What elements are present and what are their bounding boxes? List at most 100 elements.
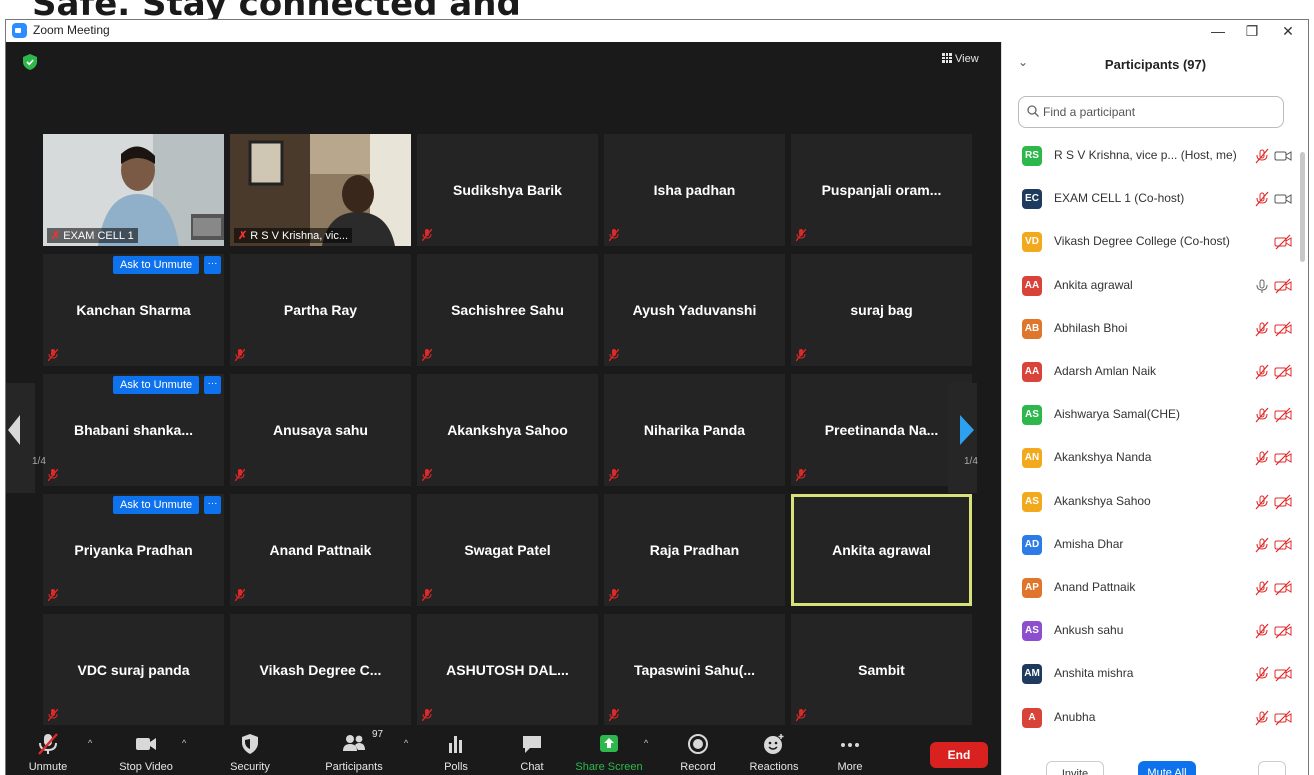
participant-tile[interactable]: Anand Pattnaik — [230, 494, 411, 606]
mic-muted-icon: ✗ — [238, 230, 248, 242]
participant-tile[interactable]: Priyanka Pradhan Ask to Unmute ··· — [43, 494, 224, 606]
unmute-button[interactable]: Unmute — [8, 725, 88, 775]
participant-list-item[interactable]: AS Akankshya Sahoo — [1002, 481, 1302, 525]
mic-muted-icon — [796, 469, 806, 481]
window-title: Zoom Meeting — [33, 23, 110, 37]
background-banner: Safe. Stay connected and — [0, 0, 1314, 22]
video-tile[interactable]: ✗ R S V Krishna, vic... — [230, 134, 411, 246]
participant-avatar: VD — [1022, 232, 1042, 253]
microphone-muted-icon — [38, 733, 58, 755]
participant-list-item[interactable]: EC EXAM CELL 1 (Co-host) — [1002, 178, 1302, 222]
participants-button[interactable]: 97 Participants — [314, 725, 394, 775]
share-screen-button[interactable]: Share Screen — [569, 725, 649, 775]
participant-name: R S V Krishna, vice p... (Host, me) — [1054, 148, 1237, 162]
participant-list-item[interactable]: RS R S V Krishna, vice p... (Host, me) — [1002, 135, 1302, 179]
participant-list-item[interactable]: AM Anshita mishra — [1002, 653, 1302, 697]
participant-tile[interactable]: ASHUTOSH DAL... — [417, 614, 598, 726]
participant-tile-name: Vikash Degree C... — [259, 662, 382, 678]
video-tile[interactable]: ✗ EXAM CELL 1 — [43, 134, 224, 246]
end-meeting-button[interactable]: End — [930, 742, 988, 768]
participants-label: Participants — [325, 761, 383, 773]
next-page-arrow[interactable] — [948, 383, 977, 493]
mic-muted-icon — [1255, 494, 1269, 509]
mic-muted-icon — [1255, 148, 1269, 164]
participant-list-item[interactable]: AA Ankita agrawal — [1002, 265, 1302, 309]
left-arrow-icon — [8, 415, 20, 445]
participant-tile[interactable]: VDC suraj panda — [43, 614, 224, 726]
tile-more-button[interactable]: ··· — [204, 256, 221, 274]
participant-tile[interactable]: Ayush Yaduvanshi — [604, 254, 785, 366]
participant-tile[interactable]: Raja Pradhan — [604, 494, 785, 606]
ask-to-unmute-button[interactable]: Ask to Unmute — [113, 496, 200, 514]
share-options-caret[interactable]: ^ — [644, 738, 648, 748]
polls-button[interactable]: Polls — [416, 725, 496, 775]
audio-options-caret[interactable]: ^ — [88, 738, 92, 748]
participant-tile[interactable]: suraj bag — [791, 254, 972, 366]
encryption-shield-icon[interactable] — [23, 54, 37, 70]
chat-button[interactable]: Chat — [492, 725, 572, 775]
participant-tile[interactable]: Sambit — [791, 614, 972, 726]
participant-list-item[interactable]: AP Anand Pattnaik — [1002, 567, 1302, 611]
record-button[interactable]: Record — [658, 725, 738, 775]
participant-name: Vikash Degree College (Co-host) — [1054, 234, 1230, 249]
participant-status-icons — [1254, 494, 1292, 515]
invite-button[interactable]: Invite — [1046, 761, 1104, 775]
participant-tile[interactable]: Tapaswini Sahu(... — [604, 614, 785, 726]
restore-button[interactable]: ❐ — [1232, 20, 1272, 42]
tile-more-button[interactable]: ··· — [204, 496, 221, 514]
participant-search-input[interactable]: Find a participant — [1018, 96, 1284, 128]
participant-tile[interactable]: Puspanjali oram... — [791, 134, 972, 246]
participant-name: Ankita agrawal — [1054, 277, 1133, 292]
stop-video-button[interactable]: Stop Video — [106, 725, 186, 775]
participant-list-item[interactable]: AD Amisha Dhar — [1002, 524, 1302, 568]
participant-tile[interactable]: Partha Ray — [230, 254, 411, 366]
participant-status-icons — [1254, 191, 1292, 212]
reactions-button[interactable]: Reactions — [734, 725, 814, 775]
participant-tile[interactable]: Swagat Patel — [417, 494, 598, 606]
participants-options-caret[interactable]: ^ — [404, 738, 408, 748]
participant-list-item[interactable]: A Anubha — [1002, 697, 1302, 741]
participant-list: RS R S V Krishna, vice p... (Host, me) EC E… — [1002, 135, 1302, 755]
mic-muted-icon — [1255, 191, 1269, 207]
participant-tile[interactable]: Isha padhan — [604, 134, 785, 246]
mic-muted-icon — [1255, 321, 1269, 337]
chat-label: Chat — [520, 761, 544, 773]
video-off-icon — [1274, 580, 1292, 596]
participant-list-item[interactable]: AS Ankush sahu — [1002, 610, 1302, 654]
participant-tile[interactable]: Bhabani shanka... Ask to Unmute ··· — [43, 374, 224, 486]
view-button[interactable]: View — [942, 53, 979, 65]
ask-to-unmute-button[interactable]: Ask to Unmute — [113, 256, 200, 274]
participant-tile[interactable]: Preetinanda Na... — [791, 374, 972, 486]
close-button[interactable]: ✕ — [1268, 20, 1308, 42]
video-off-icon — [1274, 450, 1292, 466]
security-button[interactable]: Security — [210, 725, 290, 775]
participant-tile[interactable]: Vikash Degree C... — [230, 614, 411, 726]
participant-avatar: AS — [1022, 491, 1042, 512]
participant-list-item[interactable]: VD Vikash Degree College (Co-host) — [1002, 221, 1302, 265]
participant-tile[interactable]: Niharika Panda — [604, 374, 785, 486]
right-arrow-icon — [960, 415, 974, 445]
participant-tile[interactable]: Sachishree Sahu — [417, 254, 598, 366]
participant-tile[interactable]: Ankita agrawal — [791, 494, 972, 606]
mute-all-button[interactable]: Mute All — [1138, 761, 1196, 775]
participant-list-item[interactable]: AN Akankshya Nanda — [1002, 437, 1302, 481]
participant-tile-name: Swagat Patel — [464, 542, 551, 558]
participant-tile[interactable]: Kanchan Sharma Ask to Unmute ··· — [43, 254, 224, 366]
participant-tile[interactable]: Akankshya Sahoo — [417, 374, 598, 486]
participant-list-scrollbar[interactable] — [1300, 152, 1305, 262]
participant-list-item[interactable]: AB Abhilash Bhoi — [1002, 308, 1302, 352]
more-button[interactable]: More — [810, 725, 890, 775]
video-off-icon — [1274, 321, 1292, 337]
mic-muted-icon — [1255, 451, 1269, 466]
participant-list-item[interactable]: AA Adarsh Amlan Naik — [1002, 351, 1302, 395]
participant-tile[interactable]: Anusaya sahu — [230, 374, 411, 486]
video-off-icon — [1274, 494, 1292, 510]
ask-to-unmute-button[interactable]: Ask to Unmute — [113, 376, 200, 394]
previous-page-arrow[interactable] — [6, 383, 35, 493]
video-options-caret[interactable]: ^ — [182, 738, 186, 748]
participant-tile[interactable]: Sudikshya Barik — [417, 134, 598, 246]
tile-more-button[interactable]: ··· — [204, 376, 221, 394]
participant-list-item[interactable]: AS Aishwarya Samal(CHE) — [1002, 394, 1302, 438]
participants-panel: ⌄ Participants (97) Find a participant R… — [1001, 42, 1308, 775]
panel-more-button[interactable]: ... — [1258, 761, 1286, 775]
